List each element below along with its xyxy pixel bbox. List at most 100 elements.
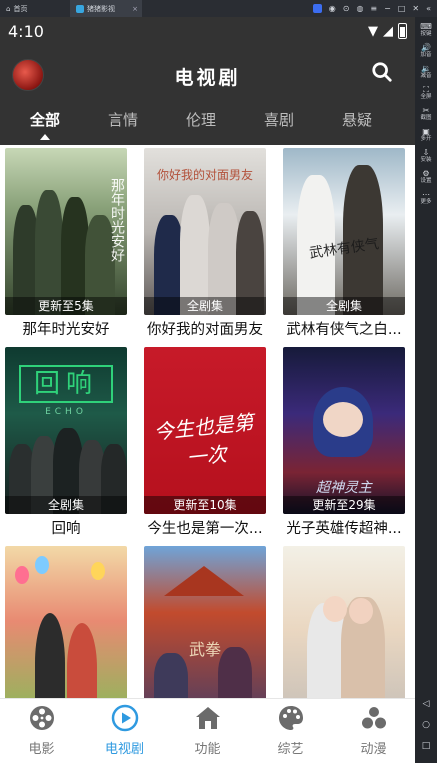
page-title: 电视剧 xyxy=(174,66,241,89)
episode-badge: 全剧集 xyxy=(5,496,127,514)
nav-tv-series[interactable]: 电视剧 xyxy=(83,699,166,763)
sidebar-item-label: 加音 xyxy=(420,52,432,58)
play-circle-icon xyxy=(111,704,138,732)
sidebar-item-more[interactable]: ⋯ 更多 xyxy=(420,190,432,206)
show-title[interactable]: 今生也是第一次... xyxy=(144,517,266,537)
collapse-icon[interactable]: « xyxy=(426,4,431,13)
app-icon xyxy=(76,4,84,13)
poster-grid-container: 那年时光安好 更新至5集 那年时光安好 你好我的对面男友 全剧集 你好我的对面男… xyxy=(0,145,415,698)
sidebar-item-settings[interactable]: ⚙ 设置 xyxy=(420,169,432,185)
close-window-icon[interactable]: ✕ xyxy=(412,4,419,13)
poster-image[interactable] xyxy=(283,546,405,698)
show-title[interactable]: 武林有侠气之白... xyxy=(283,318,405,338)
nav-movies[interactable]: 电影 xyxy=(0,699,83,763)
phone-screen: 4:10 ▼ ◢ 电视剧 全部 言情 伦理 喜剧 悬疑 那年时光安好 更新至5集… xyxy=(0,17,415,763)
emulator-window-controls: ◉ ⊙ ◍ ≡ − □ ✕ « xyxy=(312,4,437,13)
poster-image[interactable]: 超神灵主 更新至29集 xyxy=(283,347,405,514)
back-icon[interactable]: ◁ xyxy=(423,699,430,709)
status-bar: 4:10 ▼ ◢ xyxy=(0,17,415,45)
multi-instance-icon: ▣ xyxy=(422,127,430,136)
bottom-navigation: 电影 电视剧 功能 综艺 动漫 xyxy=(0,698,415,763)
status-icons: ▼ ◢ xyxy=(368,23,407,39)
sidebar-item-label: 设置 xyxy=(420,178,432,184)
recents-icon[interactable]: □ xyxy=(422,741,431,751)
sidebar-item-keyboard[interactable]: ⌨ 按键 xyxy=(420,22,432,38)
volume-down-icon: 🔉 xyxy=(421,64,431,73)
poster-image[interactable]: 回响 ECHO 全剧集 xyxy=(5,347,127,514)
nav-features[interactable]: 功能 xyxy=(166,699,249,763)
episode-badge: 全剧集 xyxy=(283,297,405,315)
minimize-icon[interactable]: − xyxy=(384,4,391,13)
poster-image[interactable]: 那年时光安好 更新至5集 xyxy=(5,148,127,315)
poster-image[interactable]: 武林有侠气 全剧集 xyxy=(283,148,405,315)
poster-art-title: 今生也是第一次 xyxy=(152,409,255,470)
emulator-home-tab-label: 首页 xyxy=(13,4,28,13)
emulator-home-tab[interactable]: ⌂ 首页 xyxy=(0,0,70,17)
nav-anime[interactable]: 动漫 xyxy=(332,699,415,763)
tab-all[interactable]: 全部 xyxy=(6,107,84,140)
poster-art-title: 回响 xyxy=(19,365,113,403)
sidebar-item-volume-up[interactable]: 🔊 加音 xyxy=(420,43,432,59)
nav-label: 综艺 xyxy=(277,742,304,757)
poster-card[interactable]: 今生也是第一次 更新至10集 今生也是第一次... xyxy=(144,347,266,537)
battery-icon xyxy=(398,23,407,39)
maximize-icon[interactable]: □ xyxy=(398,4,406,13)
poster-card[interactable]: 那年时光安好 更新至5集 那年时光安好 xyxy=(5,148,127,338)
poster-card[interactable] xyxy=(5,546,127,698)
sidebar-item-label: 多开 xyxy=(420,136,432,142)
poster-card[interactable]: 武林有侠气 全剧集 武林有侠气之白... xyxy=(283,148,405,338)
screenshot-icon: ✂ xyxy=(422,106,430,115)
gamepad-icon[interactable]: ◉ xyxy=(329,4,336,13)
poster-card[interactable] xyxy=(283,546,405,698)
more-icon: ⋯ xyxy=(421,190,430,199)
poster-card[interactable]: 回响 ECHO 全剧集 回响 xyxy=(5,347,127,537)
film-reel-icon xyxy=(29,706,54,730)
poster-art-title: 你好我的对面男友 xyxy=(156,168,253,182)
sidebar-item-install[interactable]: ⇩ 安装 xyxy=(420,148,432,164)
bubbles-icon xyxy=(361,707,386,729)
emulator-logo-icon[interactable] xyxy=(312,4,322,13)
tab-suspense[interactable]: 悬疑 xyxy=(318,107,396,130)
tab-romance[interactable]: 言情 xyxy=(84,107,162,130)
palette-icon xyxy=(278,706,303,730)
poster-card[interactable]: 你好我的对面男友 全剧集 你好我的对面男友 xyxy=(144,148,266,338)
home-circle-icon[interactable]: ○ xyxy=(422,720,430,730)
show-title[interactable]: 光子英雄传超神... xyxy=(283,517,405,537)
emulator-app-tab[interactable]: 猪猪影视 × xyxy=(70,0,142,17)
category-tabs: 全部 言情 伦理 喜剧 悬疑 xyxy=(0,107,415,143)
app-header: 电视剧 xyxy=(0,45,415,107)
settings-icon: ⚙ xyxy=(422,169,430,178)
status-time: 4:10 xyxy=(8,21,44,41)
sidebar-item-label: 按键 xyxy=(420,31,432,37)
poster-image[interactable]: 武拳 xyxy=(144,546,266,698)
nav-label: 功能 xyxy=(194,742,221,757)
tab-ethics[interactable]: 伦理 xyxy=(162,107,240,130)
sidebar-item-volume-down[interactable]: 🔉 减音 xyxy=(420,64,432,80)
emulator-titlebar: ⌂ 首页 猪猪影视 × ◉ ⊙ ◍ ≡ − □ ✕ « xyxy=(0,0,437,17)
menu-icon[interactable]: ≡ xyxy=(370,4,377,13)
poster-image[interactable]: 今生也是第一次 更新至10集 xyxy=(144,347,266,514)
close-tab-icon[interactable]: × xyxy=(132,5,138,13)
android-nav-buttons: ◁ ○ □ xyxy=(422,699,431,751)
sidebar-item-screenshot[interactable]: ✂ 截图 xyxy=(420,106,432,122)
sidebar-item-label: 截图 xyxy=(420,115,432,121)
search-icon[interactable] xyxy=(371,61,393,83)
avatar[interactable] xyxy=(12,59,44,91)
poster-card[interactable]: 武拳 xyxy=(144,546,266,698)
nav-variety[interactable]: 综艺 xyxy=(249,699,332,763)
show-title[interactable]: 你好我的对面男友 xyxy=(144,318,266,338)
record-icon[interactable]: ⊙ xyxy=(343,4,350,13)
poster-image[interactable]: 你好我的对面男友 全剧集 xyxy=(144,148,266,315)
tab-comedy[interactable]: 喜剧 xyxy=(240,107,318,130)
poster-image[interactable] xyxy=(5,546,127,698)
show-title[interactable]: 那年时光安好 xyxy=(5,318,127,338)
poster-grid: 那年时光安好 更新至5集 那年时光安好 你好我的对面男友 全剧集 你好我的对面男… xyxy=(0,145,415,698)
episode-badge: 更新至29集 xyxy=(283,496,405,514)
poster-card[interactable]: 超神灵主 更新至29集 光子英雄传超神... xyxy=(283,347,405,537)
sidebar-item-fullscreen[interactable]: ⛶ 全屏 xyxy=(420,85,432,101)
episode-badge: 全剧集 xyxy=(144,297,266,315)
sidebar-item-label: 安装 xyxy=(420,157,432,163)
show-title[interactable]: 回响 xyxy=(5,517,127,537)
sidebar-item-multi-instance[interactable]: ▣ 多开 xyxy=(420,127,432,143)
user-icon[interactable]: ◍ xyxy=(356,4,363,13)
